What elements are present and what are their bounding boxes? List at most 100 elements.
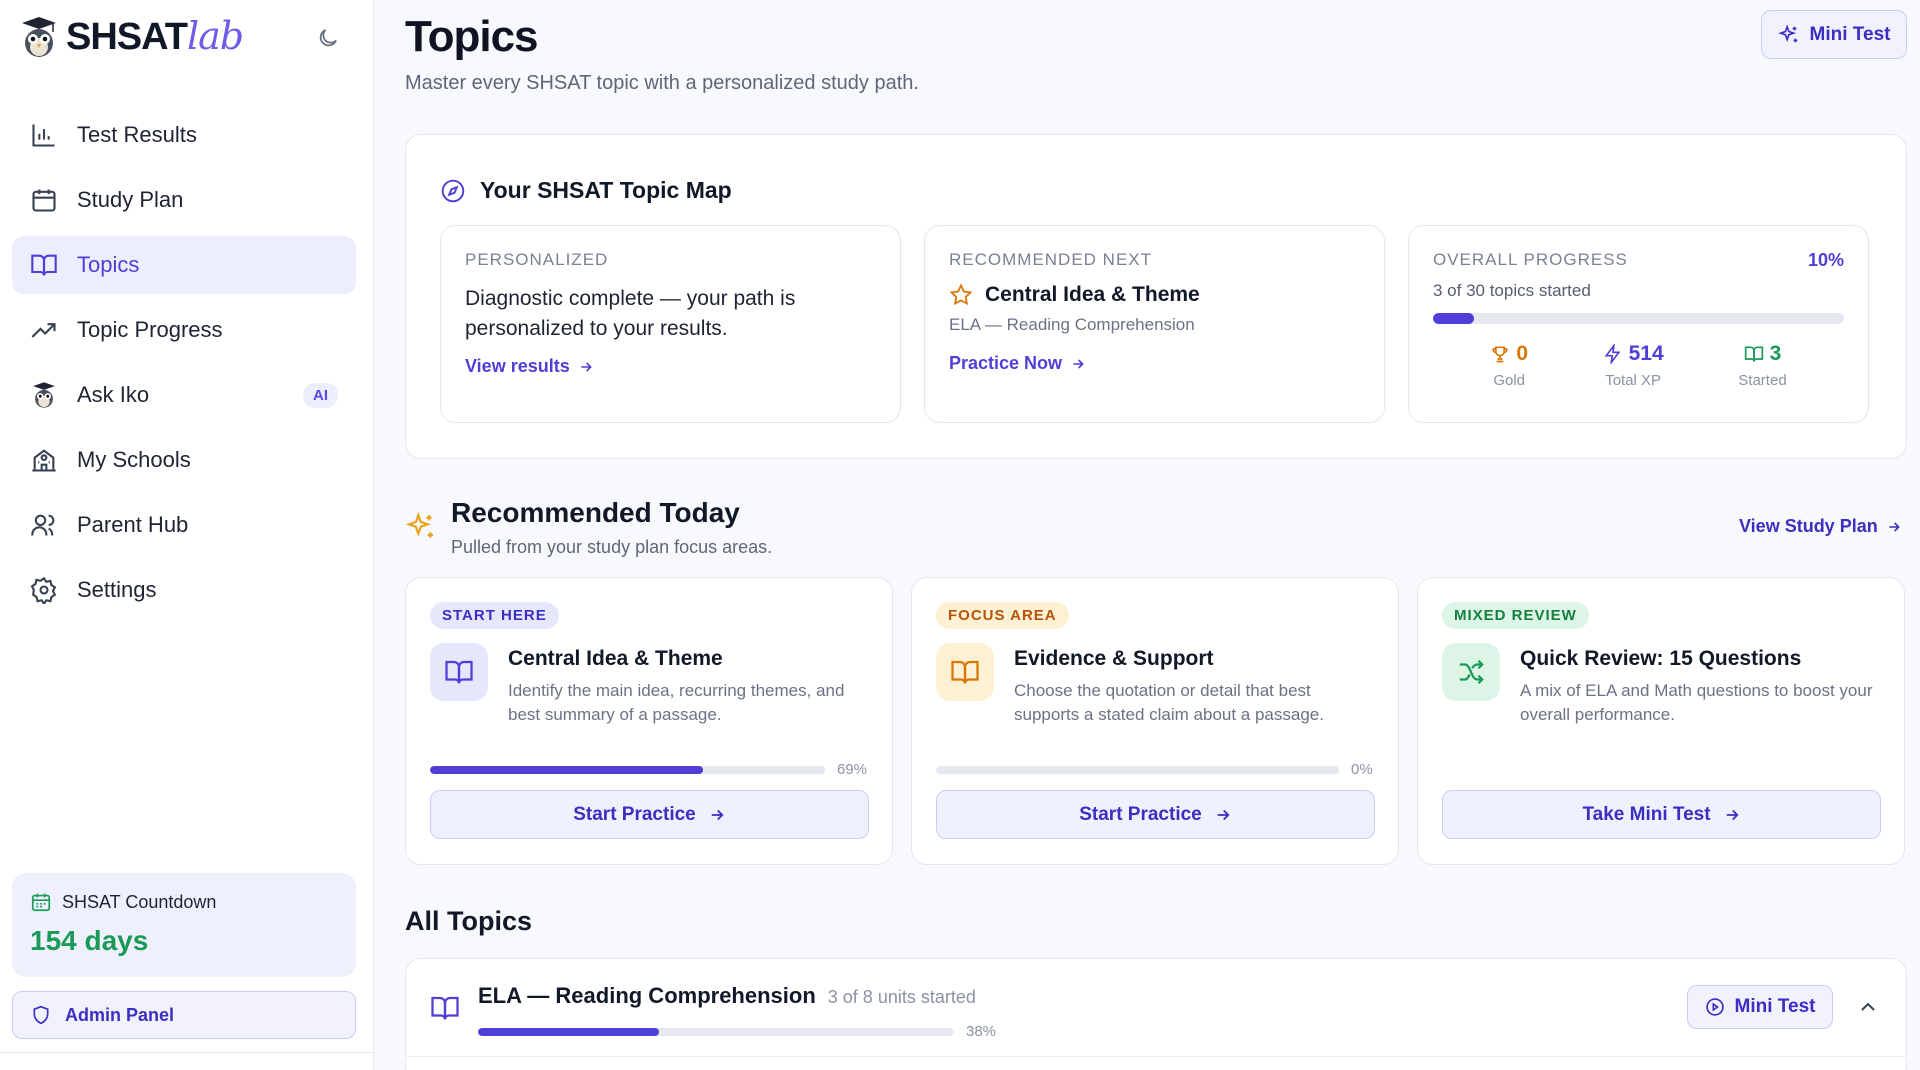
card-progress-percent: 69%: [837, 761, 868, 778]
sidebar-item-label: Topic Progress: [77, 317, 223, 342]
stat-started-label: Started: [1738, 372, 1787, 389]
shsat-countdown: SHSAT Countdown 154 days: [12, 873, 356, 977]
topic-map-title: Your SHSAT Topic Map: [440, 177, 732, 204]
card-title: Quick Review: 15 Questions: [1520, 647, 1802, 670]
recommended-today-subtitle: Pulled from your study plan focus areas.: [451, 537, 773, 557]
view-study-plan-link[interactable]: View Study Plan: [1739, 516, 1902, 537]
card-description: A mix of ELA and Math questions to boost…: [1520, 681, 1873, 724]
start-here-badge: START HERE: [430, 602, 559, 629]
book-open-icon: [430, 643, 488, 701]
topic-group-card: ELA — Reading Comprehension 3 of 8 units…: [405, 958, 1907, 1070]
owl-logo-icon: [22, 16, 56, 57]
users-icon: [29, 510, 59, 540]
lightning-icon: [1604, 344, 1621, 364]
shield-icon: [33, 1005, 49, 1025]
arrow-right-icon: [1726, 809, 1739, 820]
sidebar-item-topic-progress[interactable]: Topic Progress: [12, 301, 356, 359]
arrow-right-icon: [1217, 809, 1230, 820]
topic-group-header[interactable]: ELA — Reading Comprehension 3 of 8 units…: [478, 983, 976, 1009]
compass-icon: [441, 179, 465, 202]
ai-badge: AI: [303, 383, 338, 408]
countdown-value: 154 days: [30, 925, 149, 956]
stat-gold-value: 0: [1516, 342, 1528, 365]
overall-progress-label: OVERALL PROGRESS: [1433, 250, 1628, 269]
book-open-icon: [936, 643, 994, 701]
card-progress: 0%: [936, 761, 1373, 778]
start-practice-button[interactable]: Start Practice: [936, 790, 1375, 839]
stat-started: 3 Started: [1738, 342, 1786, 389]
card-progress-fill: [430, 765, 703, 774]
topic-group-name: ELA — Reading Comprehension: [478, 983, 816, 1008]
topic-group-progress-bar: [478, 1027, 954, 1036]
overall-progress-bar: [1433, 313, 1844, 324]
card-progress-bar: [936, 765, 1339, 774]
sidebar-item-label: Topics: [77, 252, 140, 277]
personalized-label: PERSONALIZED: [465, 250, 609, 269]
sidebar: SHSATlab Test Results Study Plan Topics …: [0, 0, 374, 1070]
progress-stats: 0 Gold 514 Total XP 3 Started: [1433, 342, 1844, 389]
recommended-next-title: Central Idea & Theme: [949, 283, 1360, 307]
bar-chart-icon: [29, 120, 59, 150]
card-title: Central Idea & Theme: [508, 647, 723, 670]
school-icon: [29, 445, 59, 475]
admin-panel-button[interactable]: Admin Panel: [12, 991, 356, 1039]
take-mini-test-button[interactable]: Take Mini Test: [1442, 790, 1881, 839]
all-topics-title: All Topics: [405, 906, 533, 936]
star-icon: [949, 283, 973, 306]
sidebar-item-label: Ask Iko: [77, 382, 150, 407]
card-title: Evidence & Support: [1014, 647, 1214, 670]
book-icon: [1744, 346, 1763, 362]
chevron-up-icon[interactable]: [1856, 995, 1880, 1019]
card-description: Identify the main idea, recurring themes…: [508, 681, 845, 724]
sidebar-item-parent-hub[interactable]: Parent Hub: [12, 496, 356, 554]
trophy-icon: [1492, 346, 1508, 363]
stat-gold-label: Gold: [1493, 372, 1525, 389]
divider: [0, 1052, 374, 1053]
topic-group-progress: 38%: [478, 1023, 996, 1040]
divider: [406, 1056, 1906, 1057]
sidebar-item-ask-iko[interactable]: Ask Iko AI: [12, 366, 356, 424]
sidebar-item-label: Parent Hub: [77, 512, 189, 537]
sidebar-nav: Test Results Study Plan Topics Topic Pro…: [12, 106, 356, 626]
topic-map-card: Your SHSAT Topic Map PERSONALIZED Diagno…: [405, 134, 1907, 459]
recommendation-card: START HERE Central Idea & Theme Identify…: [405, 577, 893, 865]
card-progress-bar: [430, 765, 825, 774]
book-open-icon: [430, 993, 460, 1023]
topic-group-progress-fill: [478, 1027, 659, 1036]
arrow-right-icon: [1073, 358, 1084, 369]
sidebar-item-my-schools[interactable]: My Schools: [12, 431, 356, 489]
app-logo[interactable]: SHSATlab: [20, 14, 244, 59]
mini-test-button[interactable]: Mini Test: [1761, 10, 1907, 59]
admin-panel-label: Admin Panel: [65, 1004, 175, 1025]
stat-xp: 514 Total XP: [1603, 342, 1664, 389]
sidebar-item-study-plan[interactable]: Study Plan: [12, 171, 356, 229]
trending-up-icon: [29, 315, 59, 345]
page-subtitle: Master every SHSAT topic with a personal…: [405, 72, 919, 94]
sidebar-item-settings[interactable]: Settings: [12, 561, 356, 619]
sparkles-icon: [405, 511, 433, 538]
gear-icon: [29, 575, 59, 605]
practice-now-link[interactable]: Practice Now: [949, 353, 1086, 374]
page-title: Topics: [405, 12, 539, 61]
stat-xp-value: 514: [1628, 342, 1664, 365]
topic-mini-test-button[interactable]: Mini Test: [1687, 985, 1833, 1029]
mini-test-label: Mini Test: [1809, 23, 1891, 45]
topic-group-meta: 3 of 8 units started: [827, 987, 976, 1007]
stat-started-value: 3: [1769, 342, 1782, 365]
moon-icon[interactable]: [314, 24, 342, 52]
personalized-text: Diagnostic complete — your path is perso…: [465, 287, 796, 340]
calendar-icon: [29, 185, 59, 215]
sidebar-item-test-results[interactable]: Test Results: [12, 106, 356, 164]
shuffle-icon: [1442, 643, 1500, 701]
play-circle-icon: [1705, 998, 1724, 1016]
view-results-link[interactable]: View results: [465, 356, 594, 377]
start-practice-button[interactable]: Start Practice: [430, 790, 869, 839]
recommended-next-card: RECOMMENDED NEXT Central Idea & Theme EL…: [924, 225, 1385, 423]
overall-progress-count: 3 of 30 topics started: [1433, 281, 1591, 300]
mixed-review-badge: MIXED REVIEW: [1442, 602, 1589, 629]
sidebar-item-label: Settings: [77, 577, 157, 602]
sidebar-item-topics[interactable]: Topics: [12, 236, 356, 294]
sparkles-icon: [1777, 23, 1797, 42]
card-progress-percent: 0%: [1351, 761, 1373, 778]
sidebar-item-label: Study Plan: [77, 187, 184, 212]
